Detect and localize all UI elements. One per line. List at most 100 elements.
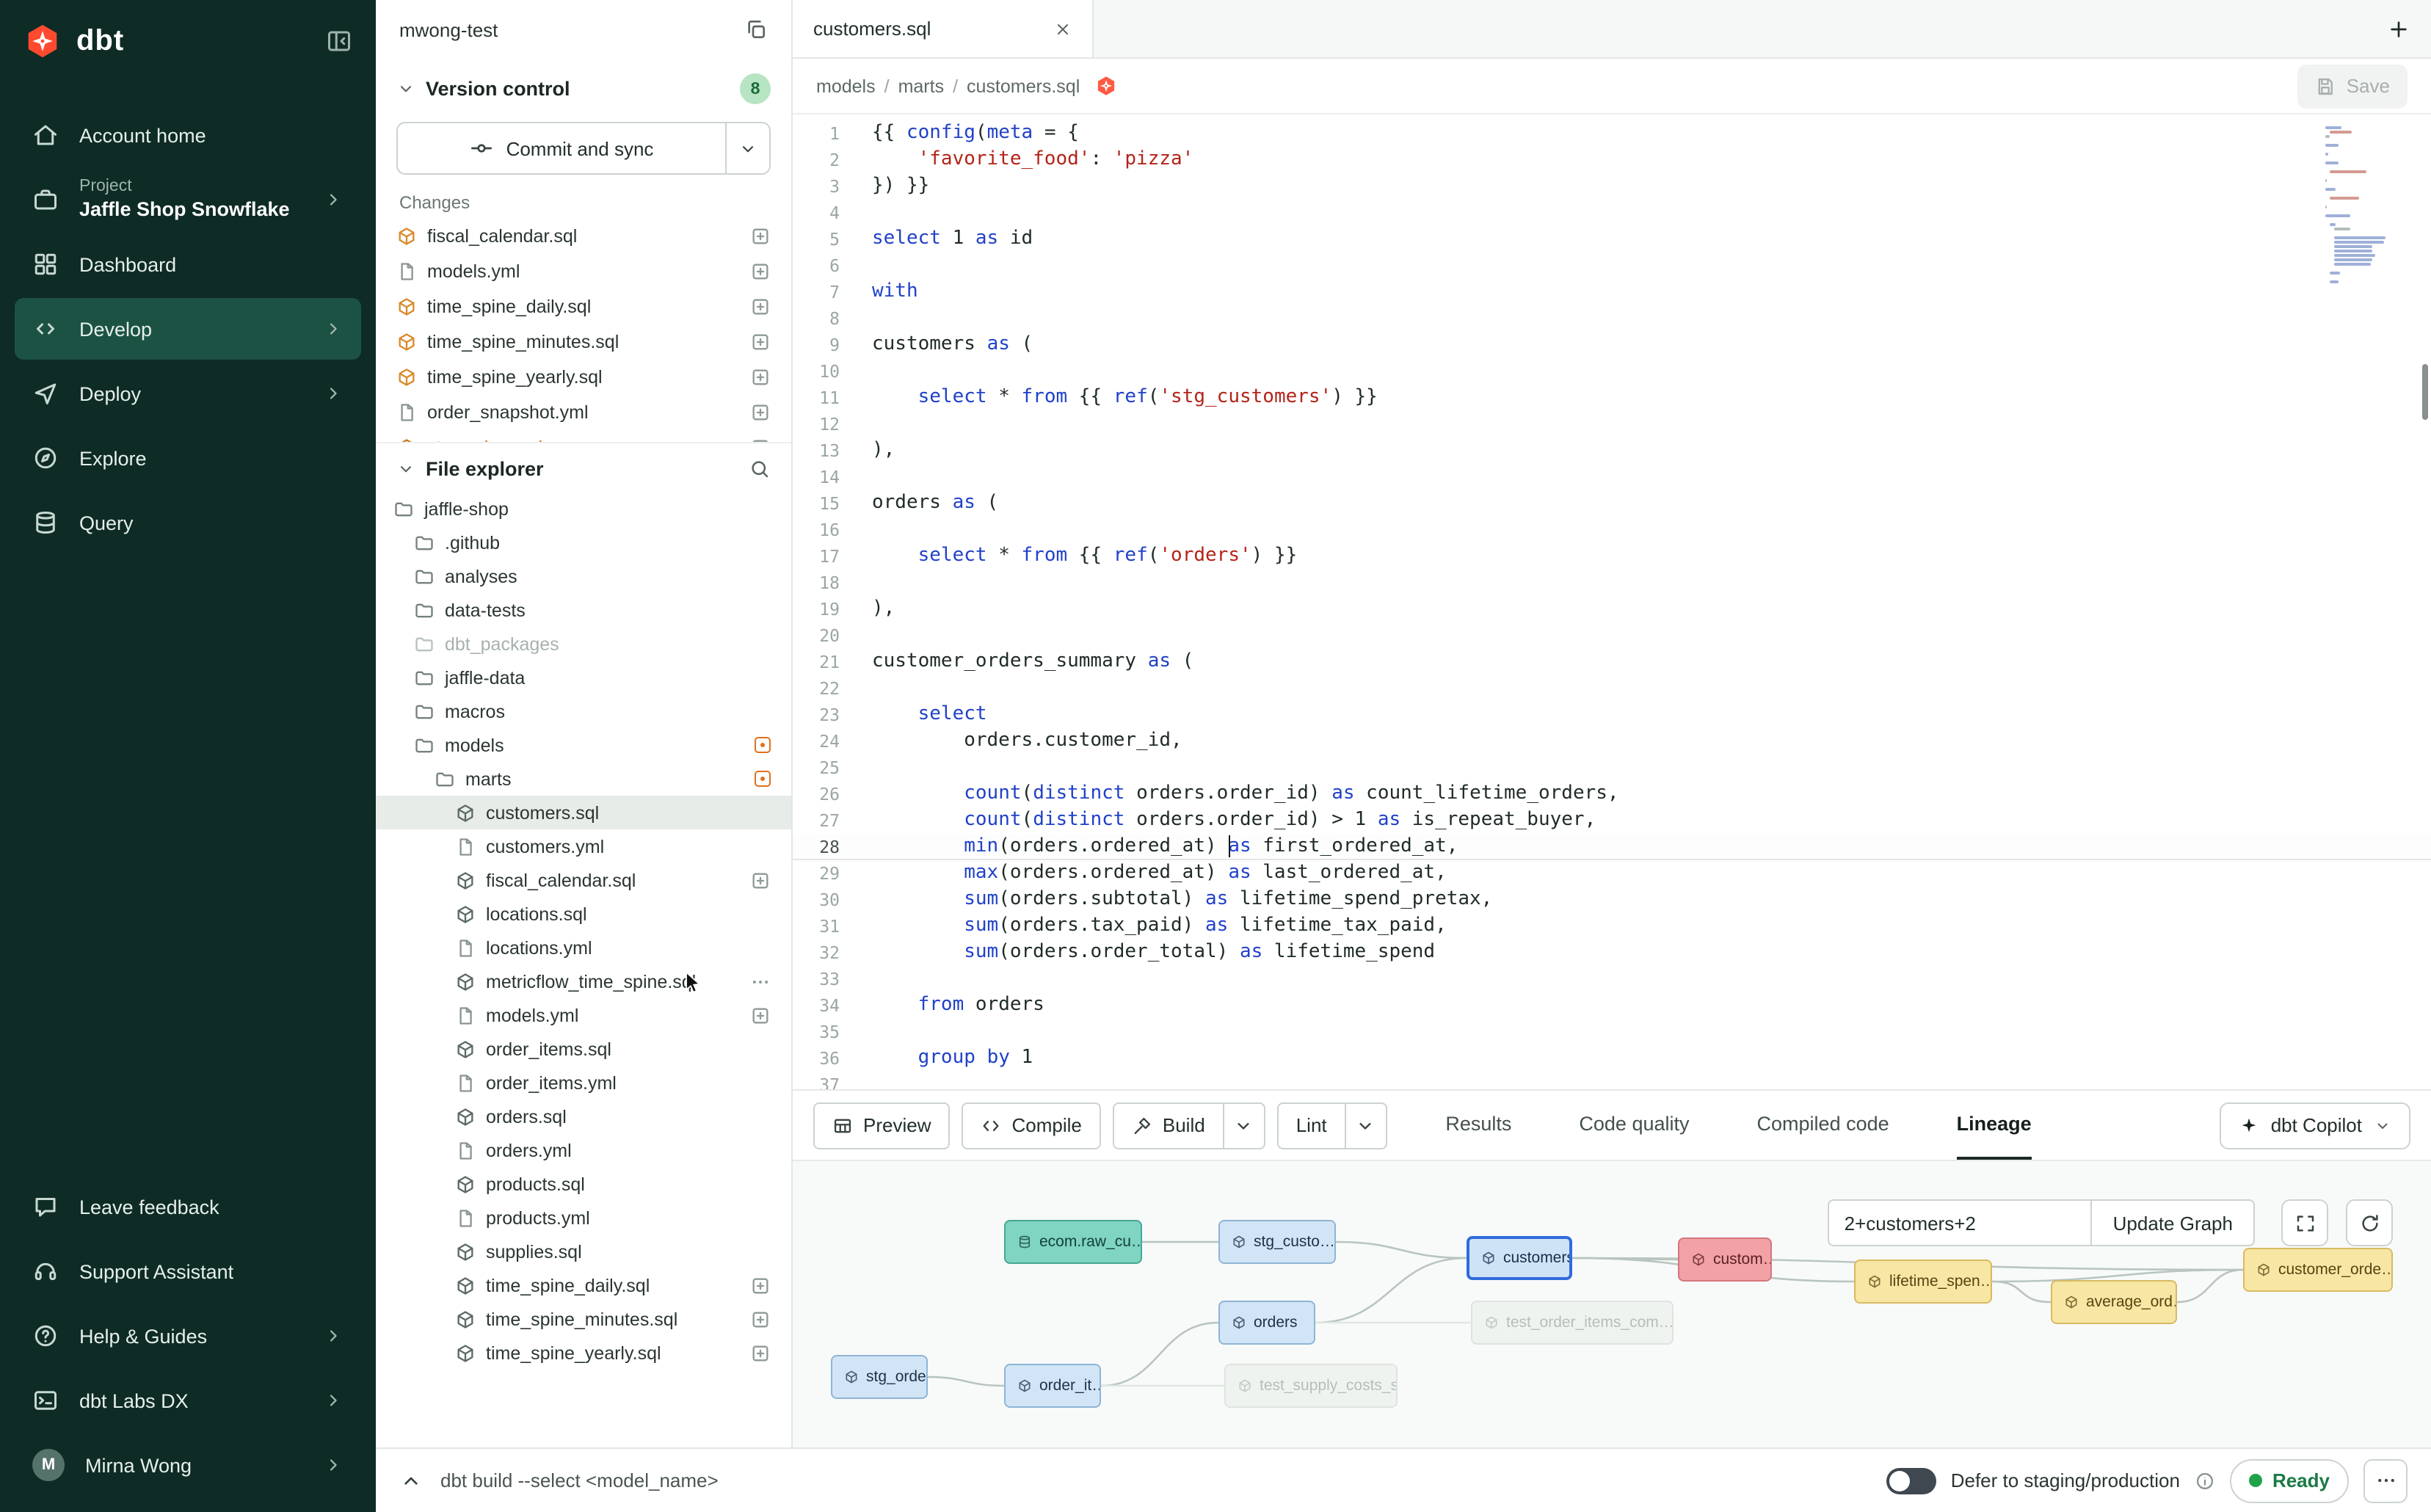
- more-options-button[interactable]: [2363, 1458, 2408, 1502]
- sidebar-item-deploy[interactable]: Deploy: [15, 363, 361, 424]
- lineage-node-stg-orders[interactable]: stg_orders: [831, 1355, 928, 1399]
- tab-results[interactable]: Results: [1445, 1091, 1511, 1160]
- tree-file-fiscal-calendar-sql[interactable]: fiscal_calendar.sql: [376, 863, 791, 897]
- code-line-9[interactable]: 9customers as (: [793, 332, 2431, 358]
- sidebar-item-support-assistant[interactable]: Support Assistant: [15, 1240, 361, 1302]
- tree-folder-jaffle-shop[interactable]: jaffle-shop: [376, 492, 791, 526]
- code-line-4[interactable]: 4: [793, 200, 2431, 226]
- tree-folder-dbt-packages[interactable]: dbt_packages: [376, 627, 791, 661]
- code-line-29[interactable]: 29 max(orders.ordered_at) as last_ordere…: [793, 860, 2431, 887]
- copy-branch-icon[interactable]: [744, 18, 768, 41]
- build-dropdown-button[interactable]: [1224, 1102, 1265, 1149]
- code-line-1[interactable]: 1{{ config(meta = {: [793, 120, 2431, 147]
- code-line-37[interactable]: 37: [793, 1072, 2431, 1089]
- commit-dropdown-button[interactable]: [725, 123, 769, 173]
- tree-folder-data-tests[interactable]: data-tests: [376, 593, 791, 627]
- dbt-logo-icon[interactable]: [23, 22, 62, 60]
- code-line-19[interactable]: 19),: [793, 596, 2431, 622]
- sidebar-item-account-home[interactable]: Account home: [15, 104, 361, 166]
- tree-file-order-items-yml[interactable]: order_items.yml: [376, 1066, 791, 1100]
- tree-file-models-yml[interactable]: models.yml: [376, 998, 791, 1032]
- lineage-node-test-order-items-com[interactable]: test_order_items_com…: [1471, 1301, 1674, 1345]
- new-tab-button[interactable]: [2366, 0, 2431, 57]
- change-row-time-spine-yearly-sql[interactable]: time_spine_yearly.sql: [376, 360, 791, 395]
- dbt-command-input[interactable]: dbt build --select <model_name>: [440, 1469, 719, 1491]
- preview-button[interactable]: Preview: [813, 1102, 951, 1149]
- refresh-graph-button[interactable]: [2346, 1199, 2393, 1246]
- tree-folder-macros[interactable]: macros: [376, 694, 791, 728]
- code-line-20[interactable]: 20: [793, 622, 2431, 649]
- compile-button[interactable]: Compile: [962, 1102, 1101, 1149]
- code-line-5[interactable]: 5select 1 as id: [793, 226, 2431, 252]
- code-line-26[interactable]: 26 count(distinct orders.order_id) as co…: [793, 781, 2431, 807]
- code-line-16[interactable]: 16: [793, 517, 2431, 543]
- code-line-13[interactable]: 13),: [793, 437, 2431, 464]
- code-line-3[interactable]: 3}) }}: [793, 173, 2431, 200]
- lineage-node-average-ord[interactable]: average_ord…: [2051, 1280, 2177, 1324]
- sidebar-item-dbt-labs-dx[interactable]: dbt Labs DX: [15, 1370, 361, 1431]
- tree-file-supplies-sql[interactable]: supplies.sql: [376, 1235, 791, 1268]
- brand-label[interactable]: dbt: [76, 24, 124, 58]
- code-line-23[interactable]: 23 select: [793, 702, 2431, 728]
- tree-file-customers-yml[interactable]: customers.yml: [376, 829, 791, 863]
- sidebar-item-leave-feedback[interactable]: Leave feedback: [15, 1176, 361, 1237]
- tree-file-orders-sql[interactable]: orders.sql: [376, 1100, 791, 1133]
- sidebar-item-project[interactable]: ProjectJaffle Shop Snowflake: [15, 169, 361, 230]
- code-line-28[interactable]: 28 min(orders.ordered_at) as first_order…: [793, 834, 2431, 860]
- file-explorer-header[interactable]: File explorer: [376, 442, 791, 492]
- tree-file-time-spine-minutes-sql[interactable]: time_spine_minutes.sql: [376, 1302, 791, 1336]
- tree-file-locations-yml[interactable]: locations.yml: [376, 931, 791, 964]
- tree-file-customers-sql[interactable]: customers.sql: [376, 796, 791, 829]
- sidebar-item-help-guides[interactable]: Help & Guides: [15, 1305, 361, 1367]
- search-icon[interactable]: [749, 458, 771, 480]
- code-line-10[interactable]: 10: [793, 358, 2431, 385]
- code-line-18[interactable]: 18: [793, 570, 2431, 596]
- code-line-27[interactable]: 27 count(distinct orders.order_id) > 1 a…: [793, 807, 2431, 834]
- change-row-fiscal-calendar-sql[interactable]: fiscal_calendar.sql: [376, 219, 791, 254]
- lineage-node-ecom-raw-cu[interactable]: ecom.raw_cu…: [1004, 1220, 1142, 1264]
- code-line-15[interactable]: 15orders as (: [793, 490, 2431, 517]
- code-line-7[interactable]: 7with: [793, 279, 2431, 305]
- info-icon[interactable]: [2195, 1470, 2215, 1491]
- dbt-copilot-button[interactable]: dbt Copilot: [2220, 1102, 2410, 1149]
- tree-file-locations-sql[interactable]: locations.sql: [376, 897, 791, 931]
- change-row-time-spine-daily-sql[interactable]: time_spine_daily.sql: [376, 289, 791, 324]
- change-row-models-yml[interactable]: models.yml: [376, 254, 791, 289]
- collapse-sidebar-icon[interactable]: [326, 28, 352, 54]
- expand-command-bar-icon[interactable]: [399, 1469, 423, 1492]
- lineage-node-orders[interactable]: orders: [1218, 1301, 1315, 1345]
- fullscreen-button[interactable]: [2281, 1199, 2328, 1246]
- tab-customers-sql[interactable]: customers.sql: [793, 0, 1094, 57]
- defer-toggle[interactable]: [1886, 1467, 1936, 1494]
- tree-file-order-items-sql[interactable]: order_items.sql: [376, 1032, 791, 1066]
- change-row-stg-orders-sql[interactable]: stg_orders.sql: [376, 430, 791, 442]
- lineage-node-customers[interactable]: customers: [1467, 1236, 1572, 1280]
- code-line-17[interactable]: 17 select * from {{ ref('orders') }}: [793, 543, 2431, 570]
- ready-status-pill[interactable]: Ready: [2230, 1458, 2349, 1502]
- tree-file-time-spine-yearly-sql[interactable]: time_spine_yearly.sql: [376, 1336, 791, 1370]
- code-line-8[interactable]: 8: [793, 305, 2431, 332]
- tree-file-orders-yml[interactable]: orders.yml: [376, 1133, 791, 1167]
- editor-scrollbar[interactable]: [2422, 364, 2428, 420]
- code-line-35[interactable]: 35: [793, 1019, 2431, 1045]
- lineage-node-stg-custo[interactable]: stg_custo…: [1218, 1220, 1336, 1264]
- build-button[interactable]: Build: [1113, 1102, 1224, 1149]
- save-button[interactable]: Save: [2298, 64, 2408, 108]
- tab-lineage[interactable]: Lineage: [1957, 1091, 2032, 1160]
- commit-and-sync-button[interactable]: Commit and sync: [398, 123, 725, 173]
- lineage-node-customer-orde[interactable]: customer_orde…: [2243, 1248, 2393, 1292]
- sidebar-item-develop[interactable]: Develop: [15, 298, 361, 360]
- tree-file-time-spine-daily-sql[interactable]: time_spine_daily.sql: [376, 1268, 791, 1302]
- code-line-34[interactable]: 34 from orders: [793, 992, 2431, 1019]
- lint-dropdown-button[interactable]: [1346, 1102, 1387, 1149]
- tab-compiled-code[interactable]: Compiled code: [1757, 1091, 1889, 1160]
- code-line-21[interactable]: 21customer_orders_summary as (: [793, 649, 2431, 675]
- lineage-node-custom[interactable]: custom…: [1678, 1237, 1772, 1282]
- code-line-33[interactable]: 33: [793, 966, 2431, 992]
- tree-folder-models[interactable]: models: [376, 728, 791, 762]
- code-line-6[interactable]: 6: [793, 252, 2431, 279]
- code-line-12[interactable]: 12: [793, 411, 2431, 437]
- change-row-order-snapshot-yml[interactable]: order_snapshot.yml: [376, 395, 791, 430]
- tree-file-products-yml[interactable]: products.yml: [376, 1201, 791, 1235]
- tree-file-metricflow-time-spine-sql[interactable]: metricflow_time_spine.sql: [376, 964, 791, 998]
